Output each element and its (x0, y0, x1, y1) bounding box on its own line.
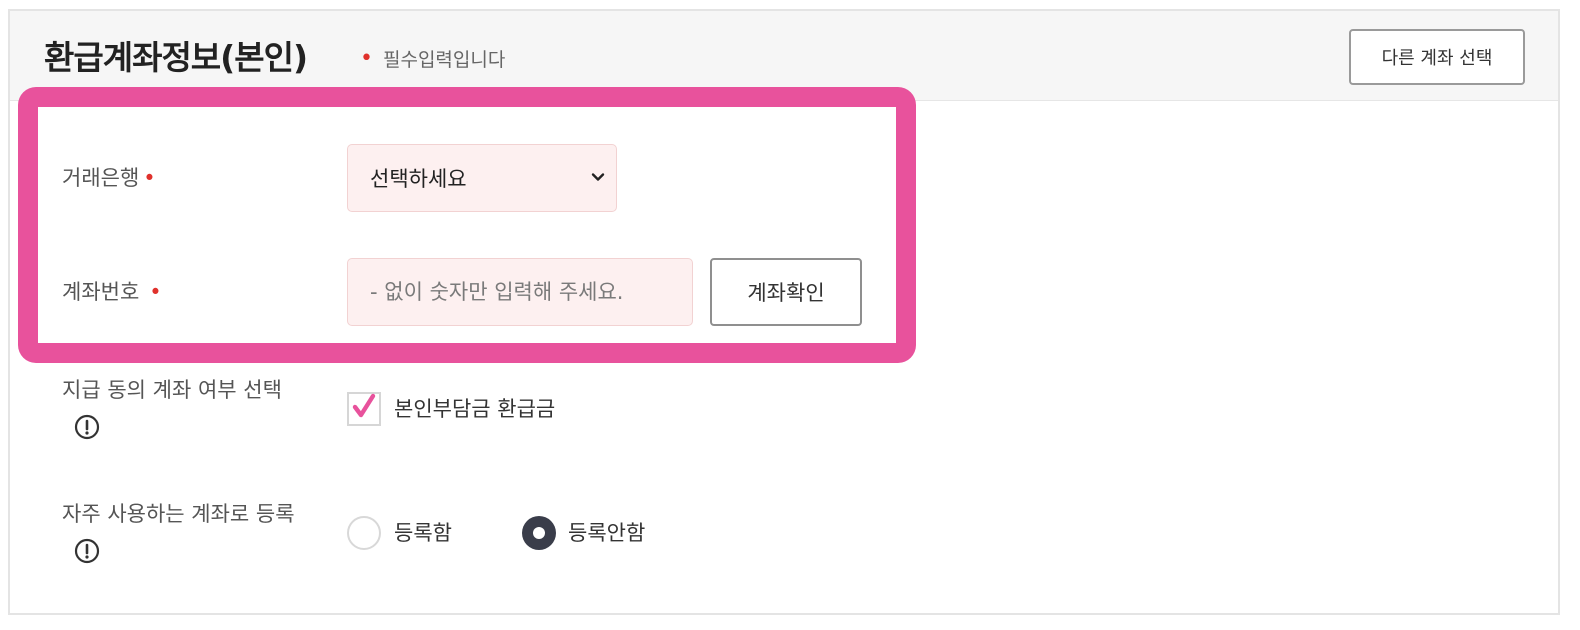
payment-consent-label-text: 지급 동의 계좌 여부 선택 (62, 378, 282, 402)
radio-not-register-label[interactable]: 등록안함 (568, 515, 645, 551)
info-icon[interactable] (74, 414, 100, 440)
frequent-account-label: 자주 사용하는 계좌로 등록 (62, 496, 312, 568)
account-label-text: 계좌번호 (62, 280, 140, 304)
refund-checkbox[interactable] (347, 392, 381, 426)
check-icon (352, 393, 376, 418)
bank-required-mark: • (143, 166, 156, 190)
other-account-button[interactable]: 다른 계좌 선택 (1349, 29, 1525, 85)
bank-select[interactable]: 선택하세요 (347, 144, 617, 212)
required-mark: • (360, 45, 373, 71)
page-title: 환급계좌정보(본인) (44, 38, 308, 77)
account-confirm-button[interactable]: 계좌확인 (710, 258, 862, 326)
bank-label-text: 거래은행 (62, 166, 140, 190)
bank-select-value: 선택하세요 (370, 167, 467, 191)
refund-checkbox-label[interactable]: 본인부담금 환급금 (394, 391, 555, 427)
frequent-account-label-text: 자주 사용하는 계좌로 등록 (62, 502, 295, 526)
radio-register-label[interactable]: 등록함 (394, 515, 452, 551)
panel-header: 환급계좌정보(본인) • 필수입력입니다 다른 계좌 선택 (10, 11, 1558, 101)
payment-consent-label: 지급 동의 계좌 여부 선택 (62, 372, 312, 444)
account-number-input[interactable] (347, 258, 693, 326)
required-note-text: 필수입력입니다 (382, 49, 506, 71)
radio-not-register[interactable] (522, 516, 556, 550)
account-label: 계좌번호 • (62, 274, 162, 310)
chevron-down-icon (591, 173, 605, 181)
radio-register[interactable] (347, 516, 381, 550)
info-icon[interactable] (74, 538, 100, 564)
bank-label: 거래은행 • (62, 160, 156, 196)
required-note: • 필수입력입니다 (360, 45, 505, 72)
account-required-mark: • (149, 280, 162, 304)
